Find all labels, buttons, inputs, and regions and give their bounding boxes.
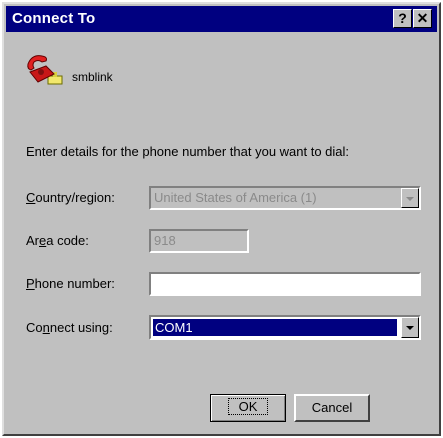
phone-icon bbox=[26, 52, 68, 95]
connect-using-label: Connect using: bbox=[26, 320, 113, 335]
connect-using-dropdown-button[interactable] bbox=[401, 317, 419, 338]
ok-button-label: OK bbox=[227, 398, 269, 415]
instructions-text: Enter details for the phone number that … bbox=[26, 144, 350, 159]
area-code-input: 918 bbox=[149, 229, 249, 253]
connect-to-dialog: Connect To ? ✕ smblink Enter details for… bbox=[2, 2, 441, 436]
ok-button[interactable]: OK bbox=[210, 394, 286, 422]
connection-name: smblink bbox=[72, 70, 113, 84]
connect-using-select[interactable]: COM1 bbox=[149, 315, 421, 340]
chevron-down-icon bbox=[406, 197, 414, 201]
area-code-value: 918 bbox=[154, 233, 176, 248]
phone-number-input[interactable] bbox=[149, 272, 421, 296]
title-bar[interactable]: Connect To ? ✕ bbox=[6, 6, 437, 32]
connect-using-value: COM1 bbox=[152, 318, 398, 337]
area-code-label: Area code: bbox=[26, 233, 89, 248]
phone-number-label: Phone number: bbox=[26, 276, 115, 291]
window-title: Connect To bbox=[12, 10, 96, 27]
cancel-button[interactable]: Cancel bbox=[294, 394, 370, 422]
close-button[interactable]: ✕ bbox=[413, 9, 432, 28]
country-region-select: United States of America (1) bbox=[149, 186, 421, 210]
close-icon: ✕ bbox=[416, 10, 429, 26]
country-region-label: Country/region: bbox=[26, 190, 115, 205]
help-button[interactable]: ? bbox=[393, 9, 412, 28]
chevron-down-icon bbox=[406, 326, 414, 330]
country-dropdown-button bbox=[401, 188, 419, 208]
country-region-value: United States of America (1) bbox=[154, 190, 317, 205]
